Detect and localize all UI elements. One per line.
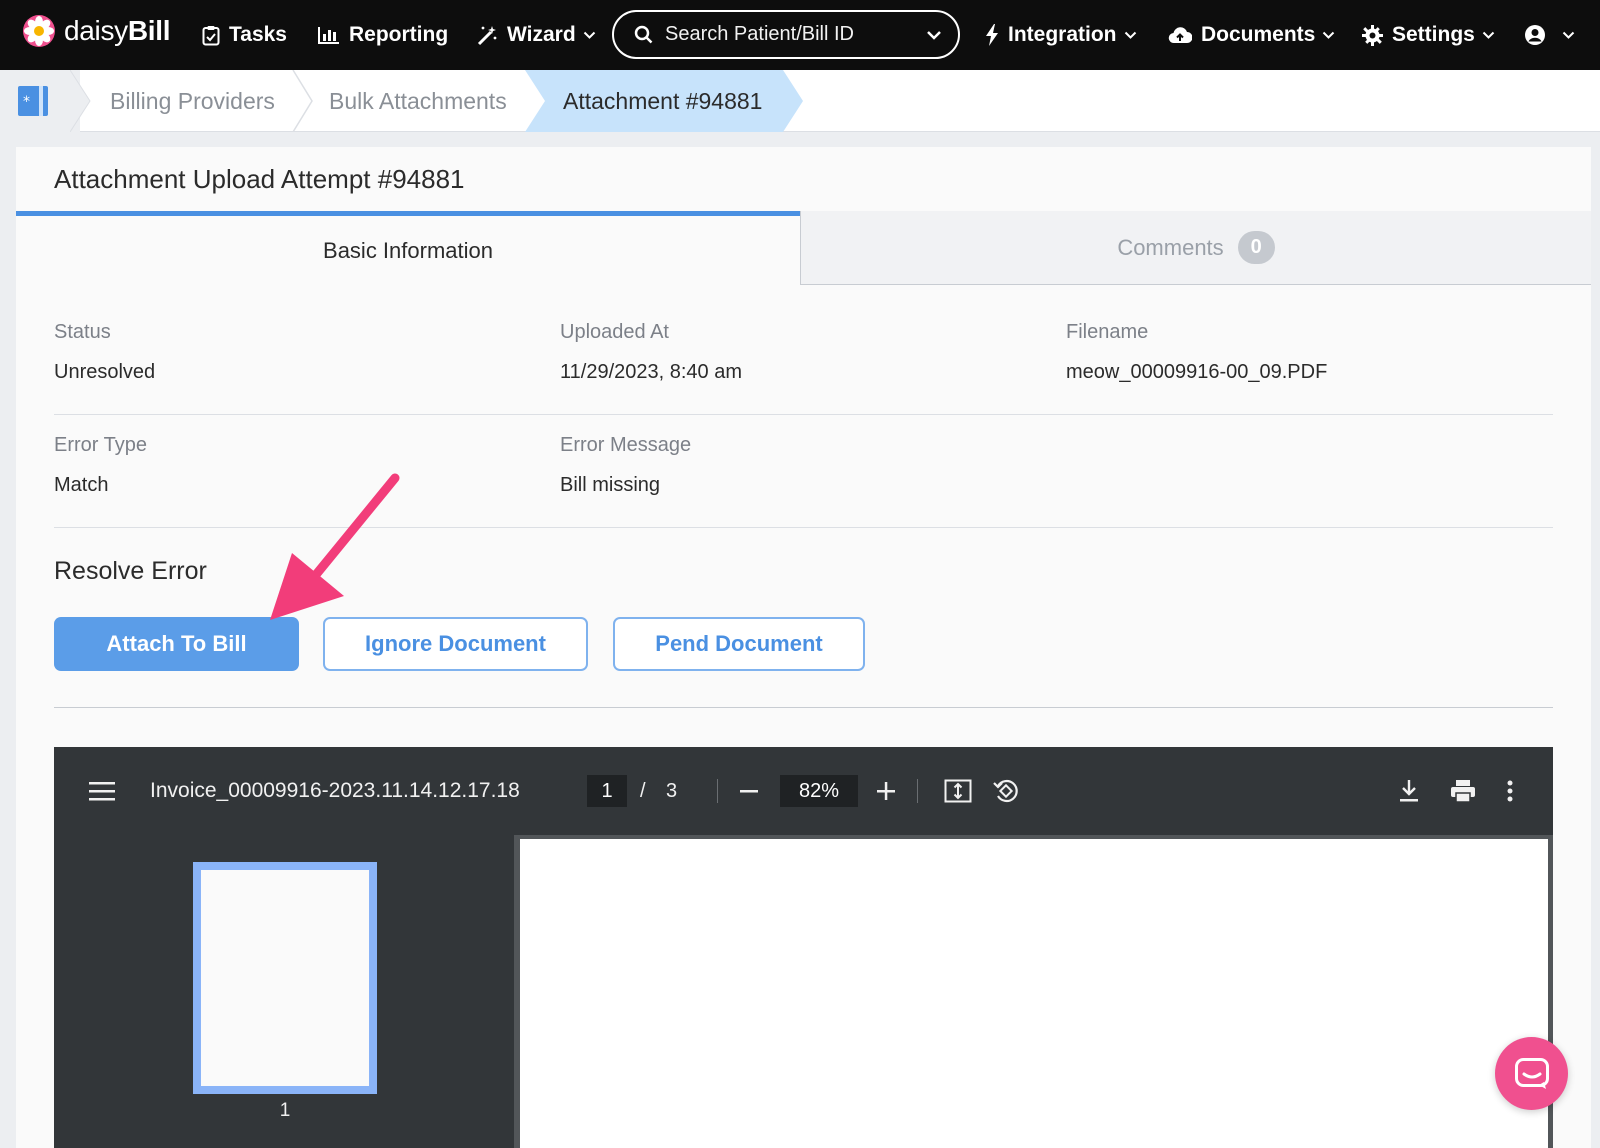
download-icon bbox=[1400, 780, 1418, 802]
nav-reporting[interactable]: Reporting bbox=[318, 0, 448, 70]
rotate-button[interactable] bbox=[992, 747, 1020, 835]
pdf-total-pages: 3 bbox=[666, 779, 678, 802]
chevron-down-icon[interactable] bbox=[926, 30, 942, 40]
search-icon bbox=[634, 25, 653, 44]
brand[interactable]: daisyBill bbox=[22, 14, 171, 48]
bolt-icon bbox=[986, 24, 998, 46]
pdf-page-canvas bbox=[520, 839, 1548, 1148]
annotation-arrow bbox=[270, 473, 400, 620]
nav-reporting-label: Reporting bbox=[349, 23, 449, 46]
rotate-icon bbox=[993, 779, 1018, 803]
user-circle-icon bbox=[1525, 25, 1545, 45]
nav-settings[interactable]: Settings bbox=[1362, 0, 1495, 70]
pdf-page-input[interactable]: 1 bbox=[587, 775, 627, 807]
search-input[interactable]: Search Patient/Bill ID bbox=[665, 23, 926, 46]
nav-integration[interactable]: Integration bbox=[985, 0, 1137, 70]
chevron-down-icon bbox=[583, 31, 595, 39]
chevron-down-icon bbox=[1482, 31, 1495, 39]
provider-card-icon: * bbox=[18, 86, 48, 116]
breadcrumb-billing-providers[interactable]: Billing Providers bbox=[110, 70, 275, 132]
divider bbox=[54, 414, 1553, 415]
nav-documents[interactable]: Documents bbox=[1168, 0, 1335, 70]
tab-comments-label: Comments bbox=[1117, 234, 1224, 260]
brand-name: daisyBill bbox=[64, 15, 171, 46]
nav-tasks[interactable]: Tasks bbox=[202, 0, 287, 70]
pdf-menu-button[interactable] bbox=[89, 747, 115, 835]
download-button[interactable] bbox=[1399, 747, 1419, 835]
nav-wizard-label: Wizard bbox=[507, 23, 576, 46]
fit-to-page-icon bbox=[944, 779, 972, 803]
breadcrumb-attachment-current: Attachment #94881 bbox=[563, 87, 763, 114]
gear-icon bbox=[1362, 24, 1383, 46]
toolbar-separator bbox=[917, 779, 918, 803]
bar-chart-icon bbox=[318, 27, 339, 44]
error-type-label: Error Type bbox=[54, 434, 147, 456]
page-title: Attachment Upload Attempt #94881 bbox=[54, 164, 465, 194]
uploaded-at-value: 11/29/2023, 8:40 am bbox=[560, 361, 742, 383]
daisy-logo-icon bbox=[23, 15, 55, 47]
hamburger-menu-icon bbox=[89, 782, 115, 801]
fit-page-button[interactable] bbox=[944, 747, 972, 835]
filename-value: meow_00009916-00_09.PDF bbox=[1066, 361, 1328, 383]
nav-integration-label: Integration bbox=[1008, 23, 1117, 46]
status-label: Status bbox=[54, 321, 111, 343]
chevron-down-icon bbox=[1124, 31, 1136, 39]
svg-text:*: * bbox=[23, 94, 30, 110]
resolve-error-title: Resolve Error bbox=[54, 557, 207, 585]
error-message-value: Bill missing bbox=[560, 474, 661, 496]
nav-documents-label: Documents bbox=[1201, 23, 1316, 46]
breadcrumb-bulk-attachments[interactable]: Bulk Attachments bbox=[329, 70, 507, 132]
search-box[interactable]: Search Patient/Bill ID bbox=[612, 10, 960, 59]
pdf-viewer: Invoice_00009916-2023.11.14.12.17.18 1 /… bbox=[54, 747, 1553, 1148]
clipboard-check-icon bbox=[202, 25, 220, 45]
more-options-button[interactable] bbox=[1507, 747, 1513, 835]
top-nav: daisyBill Tasks Reporting Wizard Search … bbox=[0, 0, 1600, 70]
cloud-upload-icon bbox=[1168, 27, 1192, 44]
zoom-in-button[interactable] bbox=[876, 747, 896, 835]
pdf-filename: Invoice_00009916-2023.11.14.12.17.18 bbox=[150, 779, 520, 802]
minus-icon bbox=[740, 790, 758, 793]
pend-document-button[interactable]: Pend Document bbox=[613, 617, 865, 671]
zoom-level-input[interactable]: 82% bbox=[780, 775, 858, 807]
pdf-toolbar: Invoice_00009916-2023.11.14.12.17.18 1 /… bbox=[54, 747, 1553, 835]
vertical-dots-icon bbox=[1507, 780, 1513, 802]
tab-comments[interactable]: Comments 0 bbox=[800, 211, 1591, 285]
divider bbox=[54, 707, 1553, 708]
pdf-page-separator: / bbox=[640, 779, 646, 802]
toolbar-separator bbox=[717, 779, 718, 803]
breadcrumb-separator bbox=[70, 70, 91, 132]
tab-basic-information-label: Basic Information bbox=[323, 237, 493, 263]
breadcrumb-home[interactable]: * bbox=[0, 70, 80, 132]
pdf-thumbnail-sidebar: 1 bbox=[54, 835, 514, 1148]
printer-icon bbox=[1451, 780, 1475, 803]
plus-icon bbox=[877, 782, 895, 800]
error-message-label: Error Message bbox=[560, 434, 692, 456]
user-menu[interactable] bbox=[1524, 0, 1575, 70]
tab-basic-information[interactable]: Basic Information bbox=[16, 211, 800, 285]
comments-count-badge: 0 bbox=[1237, 231, 1275, 264]
nav-wizard[interactable]: Wizard bbox=[476, 0, 596, 70]
chat-bubble-icon bbox=[1514, 1057, 1549, 1089]
uploaded-at-label: Uploaded At bbox=[560, 321, 669, 343]
attachment-card: Attachment Upload Attempt #94881 Basic I… bbox=[16, 147, 1591, 1148]
page-thumbnail[interactable] bbox=[193, 862, 377, 1094]
error-type-value: Match bbox=[54, 474, 109, 496]
nav-settings-label: Settings bbox=[1392, 23, 1475, 46]
status-value: Unresolved bbox=[54, 361, 156, 383]
zoom-out-button[interactable] bbox=[739, 747, 759, 835]
filename-label: Filename bbox=[1066, 321, 1149, 343]
chevron-down-icon bbox=[1323, 31, 1335, 39]
print-button[interactable] bbox=[1450, 747, 1476, 835]
nav-tasks-label: Tasks bbox=[229, 23, 287, 46]
chat-launcher-button[interactable] bbox=[1495, 1037, 1568, 1110]
breadcrumb-separator bbox=[292, 70, 313, 132]
breadcrumb: * Billing Providers Bulk Attachments Att… bbox=[0, 70, 1600, 132]
thumbnail-page-number: 1 bbox=[279, 1100, 291, 1121]
chevron-down-icon bbox=[1562, 31, 1575, 39]
magic-wand-icon bbox=[477, 26, 497, 46]
